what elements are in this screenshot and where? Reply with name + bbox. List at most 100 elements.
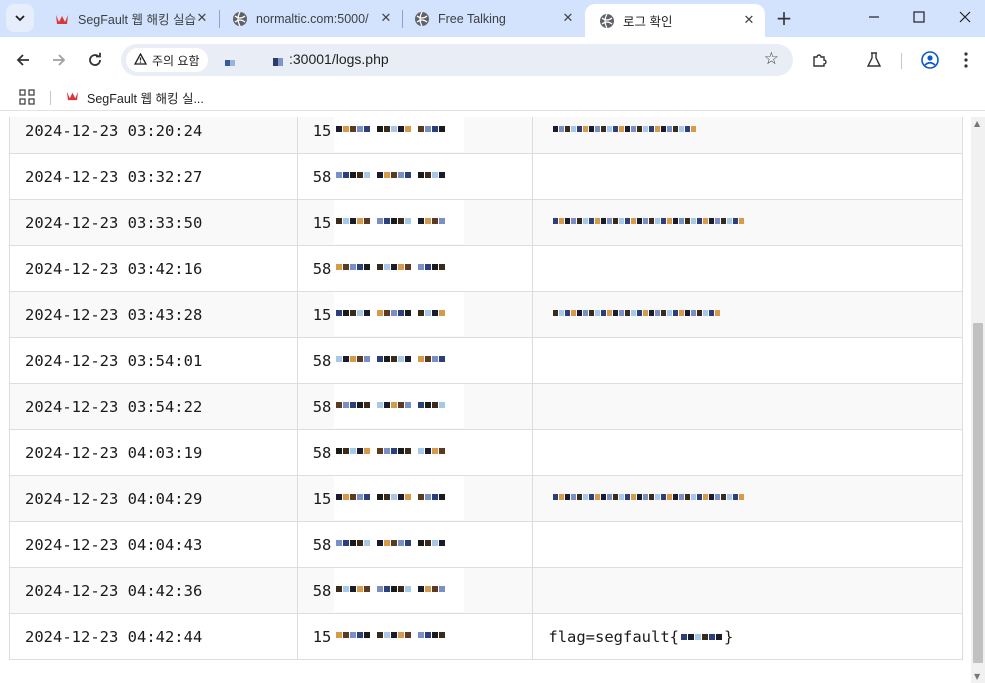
log-time-cell: 2024-12-23 03:33:50 — [9, 199, 298, 246]
log-data-cell — [532, 199, 963, 246]
tab-normaltic[interactable]: normaltic.com:5000/ ✕ — [218, 0, 402, 37]
log-time-cell: 2024-12-23 03:42:16 — [9, 245, 298, 292]
close-icon[interactable]: ✕ — [378, 10, 394, 26]
close-icon[interactable]: ✕ — [560, 10, 576, 26]
globe-icon — [414, 11, 430, 27]
log-data-cell: flag=segfault{} — [532, 613, 963, 660]
log-ip-cell: 58 — [296, 245, 534, 292]
log-data-cell — [532, 117, 963, 154]
ip-prefix: 58 — [312, 535, 332, 554]
log-row: 2024-12-23 03:43:28 15 — [9, 291, 963, 338]
redacted-ip-pixels — [335, 402, 445, 408]
flag-suffix: } — [724, 627, 734, 646]
redacted-ip-pixels — [335, 448, 445, 454]
redacted-flag-pixels — [681, 634, 723, 640]
address-bar[interactable]: 주의 요함 :30001/logs.php ☆ — [121, 44, 793, 76]
log-data-cell — [532, 475, 963, 522]
log-row: 2024-12-23 04:42:36 58 — [9, 567, 963, 614]
log-data-cell — [532, 291, 963, 338]
redacted-host — [273, 51, 283, 66]
tab-log-view[interactable]: 로그 확인 ✕ — [585, 4, 765, 37]
log-data-cell — [532, 567, 963, 614]
forward-button[interactable] — [45, 46, 73, 74]
log-data-cell — [532, 429, 963, 476]
log-time-cell: 2024-12-23 04:42:36 — [9, 567, 298, 614]
minimize-icon — [869, 16, 879, 18]
tab-strip: SegFault 웹 해킹 실습 ✕ normaltic.com:5000/ ✕… — [0, 0, 985, 37]
redacted-ip-pixels — [335, 586, 445, 592]
log-ip-cell: 58 — [296, 153, 534, 200]
reload-button[interactable] — [81, 46, 109, 74]
log-row: 2024-12-23 04:42:44 15 flag=segfault{} — [9, 613, 963, 660]
segfault-crown-icon — [54, 11, 70, 27]
tab-title: SegFault 웹 해킹 실습 — [78, 13, 196, 27]
close-icon[interactable]: ✕ — [741, 12, 757, 28]
tab-segfault[interactable]: SegFault 웹 해킹 실습 ✕ — [40, 0, 218, 37]
redacted-ip-pixels — [335, 494, 445, 500]
redacted-host — [225, 51, 235, 66]
ip-prefix: 15 — [312, 627, 332, 646]
log-data-cell — [532, 383, 963, 430]
log-time-cell: 2024-12-23 04:04:29 — [9, 475, 298, 522]
page-viewport: 2024-12-23 03:20:24 15 2024-12-23 03:32:27… — [0, 117, 971, 683]
redacted-ip-pixels — [335, 172, 445, 178]
log-row: 2024-12-23 03:33:50 15 — [9, 199, 963, 246]
redacted-ip-pixels — [335, 126, 445, 132]
globe-icon — [599, 13, 615, 29]
log-ip-cell: 58 — [296, 521, 534, 568]
log-time-cell: 2024-12-23 03:20:24 — [9, 117, 298, 154]
reload-icon — [89, 52, 101, 66]
redacted-data-pixels — [553, 310, 721, 316]
redacted-data-pixels — [553, 494, 745, 500]
log-data-cell — [532, 521, 963, 568]
maximize-icon — [913, 11, 925, 23]
security-indicator[interactable]: 주의 요함 — [126, 48, 208, 72]
back-button[interactable] — [9, 46, 37, 74]
labs-button[interactable] — [860, 46, 888, 74]
log-ip-cell: 15 — [296, 117, 534, 154]
browser-toolbar: 주의 요함 :30001/logs.php ☆ — [0, 37, 985, 83]
log-ip-cell: 58 — [296, 383, 534, 430]
ip-prefix: 58 — [312, 397, 332, 416]
close-icon[interactable]: ✕ — [194, 10, 210, 26]
bookmark-label: SegFault 웹 해킹 실... — [87, 91, 204, 106]
log-ip-cell: 58 — [296, 429, 534, 476]
scroll-up-arrow-icon[interactable]: ▲ — [974, 119, 980, 128]
profile-button[interactable] — [916, 46, 944, 74]
url-text: :30001/logs.php — [289, 51, 389, 67]
apps-grid-icon[interactable] — [19, 89, 35, 105]
ip-prefix: 15 — [312, 489, 332, 508]
ip-prefix: 58 — [312, 351, 332, 370]
redacted-ip-pixels — [335, 356, 445, 362]
bookmark-star-icon[interactable]: ☆ — [764, 49, 779, 69]
menu-button[interactable] — [952, 46, 980, 74]
extensions-button[interactable] — [806, 46, 834, 74]
maximize-button[interactable] — [895, 0, 943, 34]
redacted-ip-pixels — [335, 218, 445, 224]
account-circle-icon — [921, 51, 939, 69]
bookmarks-bar: SegFault 웹 해킹 실... — [0, 83, 985, 111]
log-time-cell: 2024-12-23 03:43:28 — [9, 291, 298, 338]
scrollbar-thumb[interactable] — [973, 323, 983, 663]
bookmarks-divider — [50, 91, 51, 105]
chevron-down-icon — [15, 15, 25, 22]
redacted-ip-pixels — [335, 310, 445, 316]
security-label: 주의 요함 — [152, 53, 200, 68]
arrow-left-icon — [16, 54, 29, 66]
close-window-button[interactable] — [941, 0, 985, 34]
log-time-cell: 2024-12-23 03:32:27 — [9, 153, 298, 200]
vertical-scrollbar[interactable]: ▲ ▼ — [971, 117, 985, 683]
log-ip-cell: 15 — [296, 475, 534, 522]
scroll-down-arrow-icon[interactable]: ▼ — [974, 672, 980, 681]
new-tab-button[interactable]: + — [772, 6, 796, 30]
tab-free-talking[interactable]: Free Talking ✕ — [400, 0, 584, 37]
log-ip-cell: 15 — [296, 199, 534, 246]
ip-prefix: 15 — [312, 213, 332, 232]
bookmark-segfault[interactable]: SegFault 웹 해킹 실... — [66, 87, 204, 107]
tab-search-button[interactable] — [6, 4, 34, 32]
log-ip-cell: 15 — [296, 291, 534, 338]
log-row: 2024-12-23 03:20:24 15 — [9, 117, 963, 154]
toolbar-divider — [901, 53, 902, 69]
log-data-cell — [532, 337, 963, 384]
minimize-button[interactable] — [850, 0, 898, 34]
